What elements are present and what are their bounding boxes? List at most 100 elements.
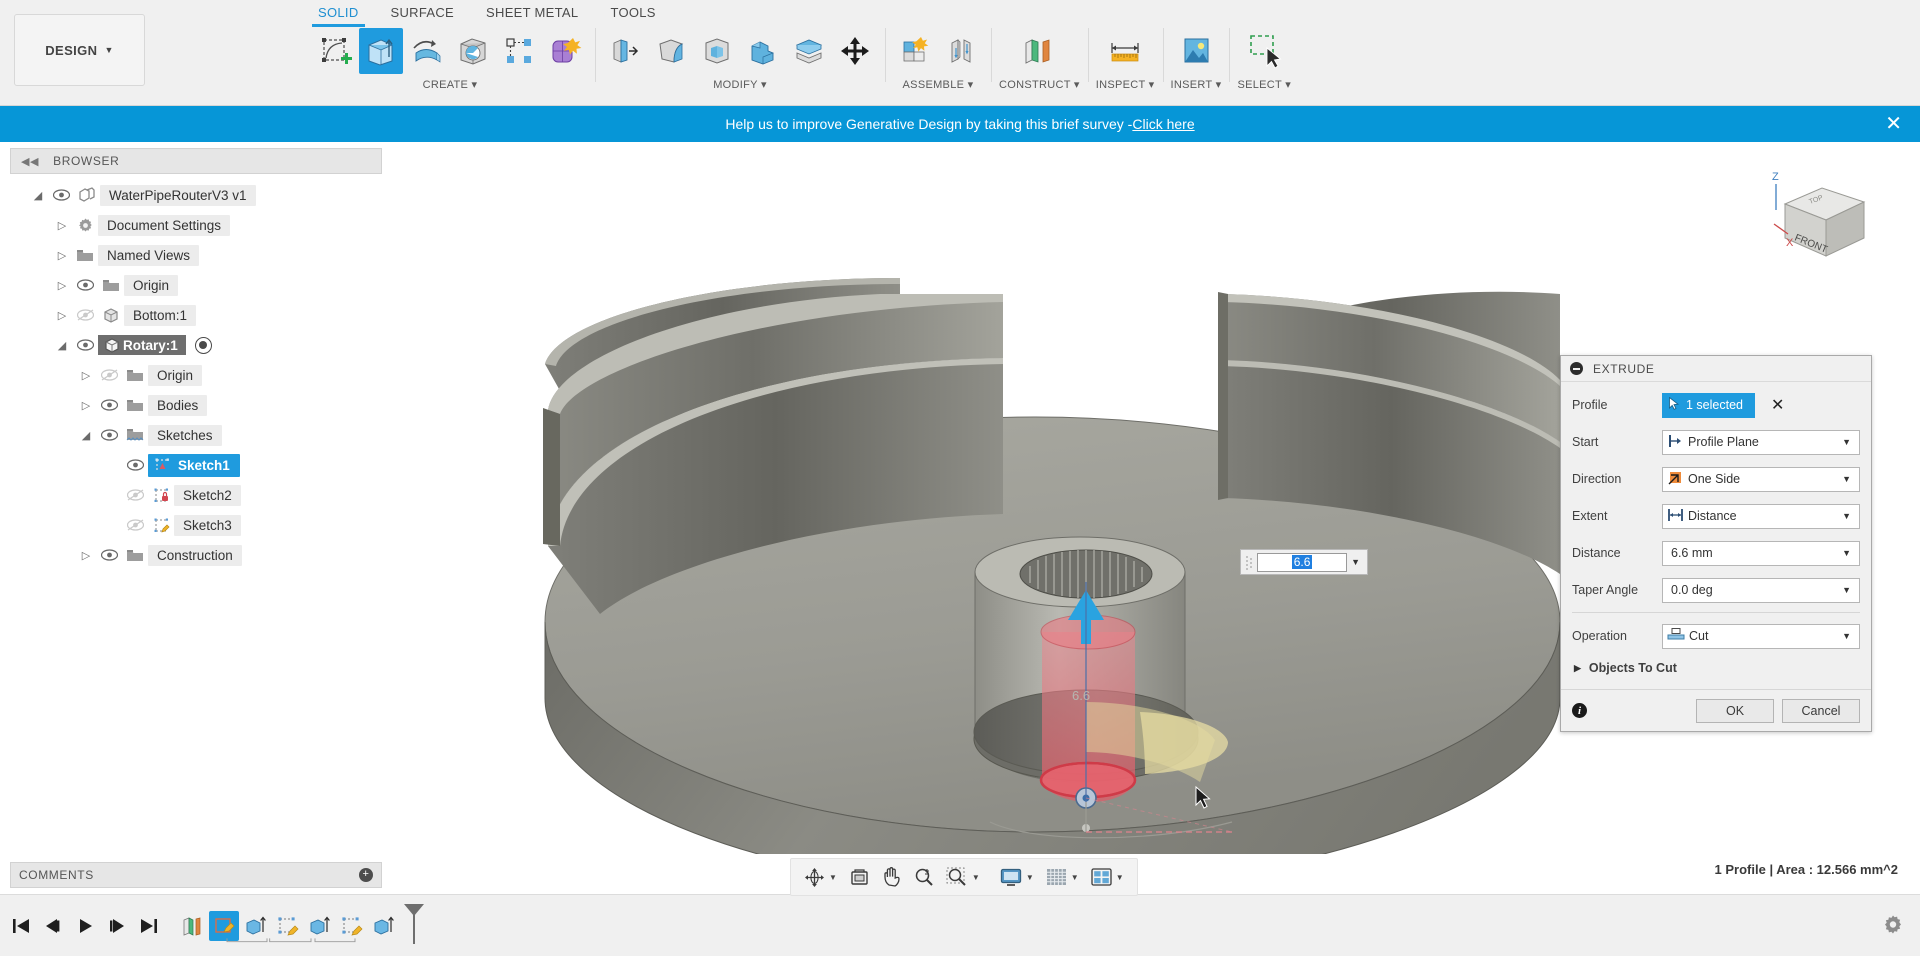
- step-back-icon[interactable]: [38, 907, 68, 945]
- comments-panel[interactable]: COMMENTS +: [10, 862, 382, 888]
- tree-item-sketch1[interactable]: Sketch1: [10, 450, 382, 480]
- clear-selection-icon[interactable]: ✕: [1771, 395, 1784, 415]
- grid-snap-button[interactable]: ▼: [1041, 862, 1084, 892]
- tree-item-sketch3[interactable]: Sketch3: [10, 510, 382, 540]
- display-settings-button[interactable]: ▼: [995, 862, 1039, 892]
- profile-selection-button[interactable]: 1 selected: [1662, 392, 1755, 418]
- step-forward-icon[interactable]: [102, 907, 132, 945]
- visibility-eye-hidden-icon[interactable]: [122, 489, 148, 501]
- collapse-arrow-icon[interactable]: ▷: [76, 549, 96, 562]
- chevron-down-icon[interactable]: ▼: [1838, 548, 1855, 558]
- add-comment-icon[interactable]: +: [359, 868, 373, 882]
- tool-group-inspect-label[interactable]: INSPECT ▾: [1096, 78, 1155, 91]
- workspace-selector[interactable]: DESIGN ▼: [14, 14, 145, 86]
- play-icon[interactable]: [70, 907, 100, 945]
- timeline-settings-gear-icon[interactable]: [1882, 913, 1904, 938]
- visibility-eye-icon[interactable]: [96, 549, 122, 561]
- split-face-button[interactable]: [787, 28, 831, 74]
- dimension-input-overlay[interactable]: 6.6 ▼: [1240, 549, 1368, 575]
- tab-surface[interactable]: SURFACE: [375, 2, 471, 27]
- offset-plane-button[interactable]: [1017, 28, 1061, 74]
- chevron-down-icon[interactable]: ▼: [1071, 873, 1079, 882]
- visibility-eye-icon[interactable]: [48, 189, 74, 201]
- visibility-eye-hidden-icon[interactable]: [72, 309, 98, 321]
- chevron-down-icon[interactable]: ▼: [1838, 437, 1855, 447]
- triangle-right-icon[interactable]: ▶: [1574, 663, 1581, 674]
- tree-item-document-settings[interactable]: ▷ Document Settings: [10, 210, 382, 240]
- ok-button[interactable]: OK: [1696, 698, 1774, 723]
- chevron-down-icon[interactable]: ▼: [1838, 474, 1855, 484]
- collapse-arrow-icon[interactable]: ▷: [52, 279, 72, 292]
- shell-button[interactable]: [695, 28, 739, 74]
- chevron-down-icon[interactable]: ▼: [1838, 511, 1855, 521]
- fillet-button[interactable]: [649, 28, 693, 74]
- insert-canvas-button[interactable]: [1174, 28, 1218, 74]
- view-cube[interactable]: FRONT TOP Z X: [1760, 162, 1880, 272]
- orbit-button[interactable]: ▼: [799, 862, 842, 892]
- tree-item-origin-nested[interactable]: ▷ Origin: [10, 360, 382, 390]
- tree-item-rotary-1[interactable]: ◢ Rotary:1: [10, 330, 382, 360]
- collapse-left-icon[interactable]: ◀◀: [21, 155, 39, 168]
- drag-grip-icon[interactable]: [1244, 554, 1254, 570]
- extent-dropdown[interactable]: Distance ▼: [1662, 503, 1860, 529]
- visibility-eye-icon[interactable]: [72, 339, 98, 351]
- chevron-down-icon[interactable]: ▼: [1026, 873, 1034, 882]
- chevron-down-icon[interactable]: ▼: [1347, 557, 1364, 567]
- start-dropdown[interactable]: Profile Plane ▼: [1662, 429, 1860, 455]
- info-icon[interactable]: i: [1572, 703, 1587, 718]
- zoom-button[interactable]: [909, 862, 939, 892]
- extrude-dialog-titlebar[interactable]: EXTRUDE: [1561, 356, 1871, 382]
- new-component-button[interactable]: [893, 28, 937, 74]
- chevron-down-icon[interactable]: ▼: [1116, 873, 1124, 882]
- close-icon[interactable]: ✕: [1885, 114, 1902, 134]
- cancel-button[interactable]: Cancel: [1782, 698, 1860, 723]
- tree-item-named-views[interactable]: ▷ Named Views: [10, 240, 382, 270]
- taper-angle-input[interactable]: 0.0 deg ▼: [1662, 577, 1860, 603]
- direction-dropdown[interactable]: One Side ▼: [1662, 466, 1860, 492]
- collapse-arrow-icon[interactable]: ▷: [76, 369, 96, 382]
- go-to-beginning-icon[interactable]: [6, 907, 36, 945]
- chevron-down-icon[interactable]: ▼: [1838, 631, 1855, 641]
- collapse-arrow-icon[interactable]: ▷: [52, 249, 72, 262]
- expand-arrow-icon[interactable]: ◢: [76, 429, 96, 442]
- tab-solid[interactable]: SOLID: [302, 2, 375, 27]
- visibility-eye-icon[interactable]: [96, 399, 122, 411]
- visibility-eye-hidden-icon[interactable]: [96, 369, 122, 381]
- tree-item-waterpiperouterv3[interactable]: ◢ WaterPipeRouterV3 v1: [10, 180, 382, 210]
- activated-radio-icon[interactable]: [194, 336, 212, 354]
- visibility-eye-icon[interactable]: [72, 279, 98, 291]
- objects-to-cut-section[interactable]: ▶ Objects To Cut: [1572, 658, 1860, 685]
- tree-item-origin-top[interactable]: ▷ Origin: [10, 270, 382, 300]
- tool-group-assemble-label[interactable]: ASSEMBLE ▾: [903, 78, 974, 91]
- collapse-arrow-icon[interactable]: ▷: [76, 399, 96, 412]
- revolve-button[interactable]: [405, 28, 449, 74]
- tree-item-sketch2[interactable]: Sketch2: [10, 480, 382, 510]
- minimize-icon[interactable]: [1570, 362, 1583, 375]
- go-to-end-icon[interactable]: [134, 907, 164, 945]
- look-at-button[interactable]: [844, 862, 875, 892]
- dimension-value-field[interactable]: 6.6: [1257, 552, 1348, 572]
- viewports-button[interactable]: ▼: [1086, 862, 1129, 892]
- move-copy-button[interactable]: [833, 28, 877, 74]
- tool-group-modify-label[interactable]: MODIFY ▾: [713, 78, 767, 91]
- pan-button[interactable]: [877, 862, 907, 892]
- tool-group-select-label[interactable]: SELECT ▾: [1237, 78, 1291, 91]
- hole-button[interactable]: [451, 28, 495, 74]
- tree-item-bodies[interactable]: ▷ Bodies: [10, 390, 382, 420]
- extrude-button[interactable]: [359, 28, 403, 74]
- visibility-eye-hidden-icon[interactable]: [122, 519, 148, 531]
- rib-button[interactable]: [497, 28, 541, 74]
- press-pull-button[interactable]: [603, 28, 647, 74]
- chevron-down-icon[interactable]: ▼: [972, 873, 980, 882]
- measure-button[interactable]: [1103, 28, 1147, 74]
- distance-input[interactable]: 6.6 mm ▼: [1662, 540, 1860, 566]
- collapse-arrow-icon[interactable]: ▷: [52, 309, 72, 322]
- tool-group-insert-label[interactable]: INSERT ▾: [1171, 78, 1222, 91]
- collapse-arrow-icon[interactable]: ▷: [52, 219, 72, 232]
- tree-item-sketches[interactable]: ◢ Sketches: [10, 420, 382, 450]
- chevron-down-icon[interactable]: ▼: [1838, 585, 1855, 595]
- visibility-eye-icon[interactable]: [96, 429, 122, 441]
- tree-item-bottom-1[interactable]: ▷ Bottom:1: [10, 300, 382, 330]
- banner-link[interactable]: Click here: [1132, 116, 1194, 132]
- tab-sheet-metal[interactable]: SHEET METAL: [470, 2, 594, 27]
